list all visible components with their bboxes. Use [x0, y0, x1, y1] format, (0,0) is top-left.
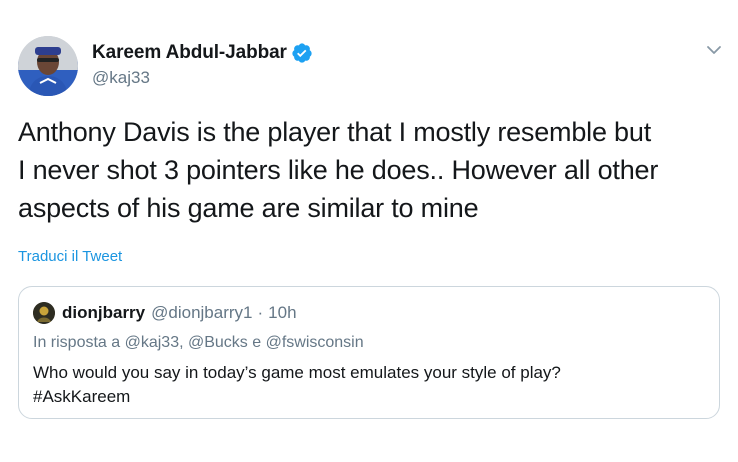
- quoted-tweet-header: dionjbarry @dionjbarry1 · 10h: [33, 302, 297, 324]
- tweet: Kareem Abdul-Jabbar @kaj33 Anthony Davis…: [0, 0, 738, 462]
- verified-badge-icon: [292, 43, 312, 63]
- quoted-tweet-card[interactable]: dionjbarry @dionjbarry1 · 10h In rispost…: [18, 286, 720, 419]
- avatar-image: [18, 36, 78, 96]
- quoted-timestamp[interactable]: 10h: [268, 303, 296, 323]
- avatar[interactable]: [18, 36, 78, 96]
- reply-context: In risposta a @kaj33, @Bucks e @fswiscon…: [33, 334, 364, 351]
- chevron-down-icon[interactable]: [706, 44, 722, 56]
- separator-dot: ·: [257, 303, 264, 322]
- translate-tweet-link[interactable]: Traduci il Tweet: [18, 248, 122, 265]
- quoted-tweet-text: Who would you say in today’s game most e…: [33, 363, 561, 406]
- author-display-name[interactable]: Kareem Abdul-Jabbar: [92, 42, 287, 64]
- quoted-handle[interactable]: @dionjbarry1: [151, 303, 252, 323]
- quoted-avatar[interactable]: [33, 302, 55, 324]
- quoted-display-name[interactable]: dionjbarry: [62, 303, 145, 323]
- author-block: Kareem Abdul-Jabbar @kaj33: [92, 42, 313, 88]
- author-name-row[interactable]: Kareem Abdul-Jabbar: [92, 42, 313, 64]
- tweet-text: Anthony Davis is the player that I mostl…: [18, 117, 659, 223]
- author-handle[interactable]: @kaj33: [92, 68, 313, 88]
- quoted-avatar-image: [33, 302, 55, 324]
